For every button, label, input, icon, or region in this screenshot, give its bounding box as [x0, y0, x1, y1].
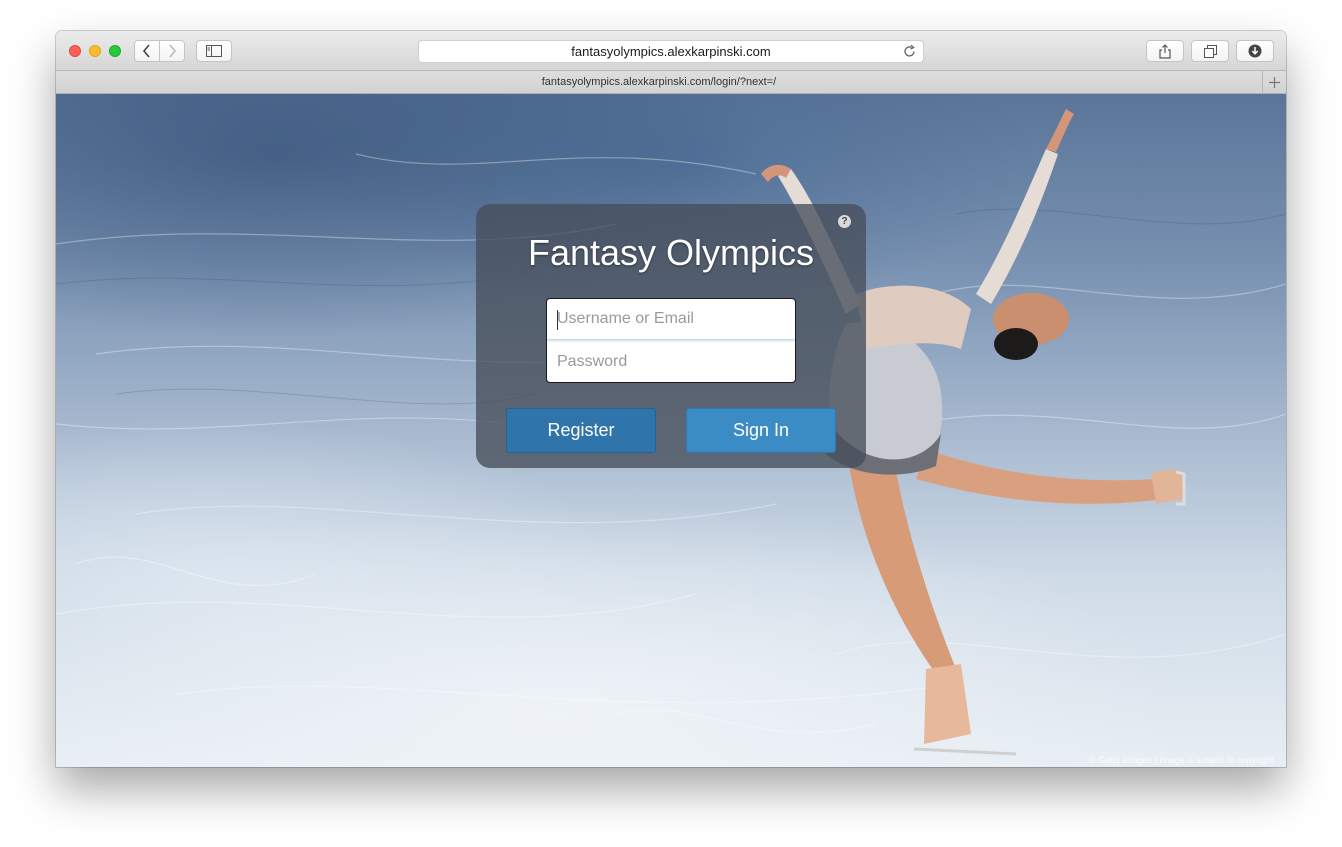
browser-toolbar: fantasyolympics.alexkarpinski.com [56, 31, 1286, 71]
password-input[interactable] [547, 341, 795, 382]
minimize-window-button[interactable] [89, 45, 101, 57]
page-content: © Getty Images | Image is subject to cop… [56, 94, 1286, 767]
tabs-overview-icon [1203, 44, 1217, 58]
sidebar-button[interactable] [196, 40, 232, 62]
help-icon[interactable]: ? [838, 215, 851, 228]
download-icon [1248, 44, 1262, 58]
forward-icon [169, 44, 177, 58]
downloads-button[interactable] [1236, 40, 1274, 62]
share-button[interactable] [1146, 40, 1184, 62]
share-icon [1159, 43, 1171, 59]
page-title: Fantasy Olympics [527, 232, 815, 273]
back-button[interactable] [134, 40, 160, 62]
address-url: fantasyolympics.alexkarpinski.com [571, 44, 771, 59]
image-credit: © Getty Images | Image is subject to cop… [1089, 755, 1276, 765]
tab-active[interactable]: fantasyolympics.alexkarpinski.com/login/… [56, 71, 1262, 93]
sign-in-button[interactable]: Sign In [686, 408, 836, 453]
forward-button[interactable] [159, 40, 185, 62]
new-tab-icon [1269, 76, 1280, 88]
register-button[interactable]: Register [506, 408, 656, 453]
tab-bar: fantasyolympics.alexkarpinski.com/login/… [56, 71, 1286, 94]
close-window-button[interactable] [69, 45, 81, 57]
reload-icon[interactable] [902, 44, 917, 59]
new-tab-button[interactable] [1262, 71, 1286, 93]
address-bar[interactable]: fantasyolympics.alexkarpinski.com [418, 40, 924, 63]
back-icon [142, 44, 150, 58]
browser-window: fantasyolympics.alexkarpinski.com fantas… [56, 31, 1286, 767]
credentials-field-group [546, 298, 796, 383]
tabs-overview-button[interactable] [1191, 40, 1229, 62]
login-panel: ? Fantasy Olympics Register Sign In [476, 204, 866, 468]
sidebar-icon [206, 45, 222, 57]
zoom-window-button[interactable] [109, 45, 121, 57]
username-input[interactable] [547, 299, 795, 340]
text-caret [557, 310, 558, 330]
